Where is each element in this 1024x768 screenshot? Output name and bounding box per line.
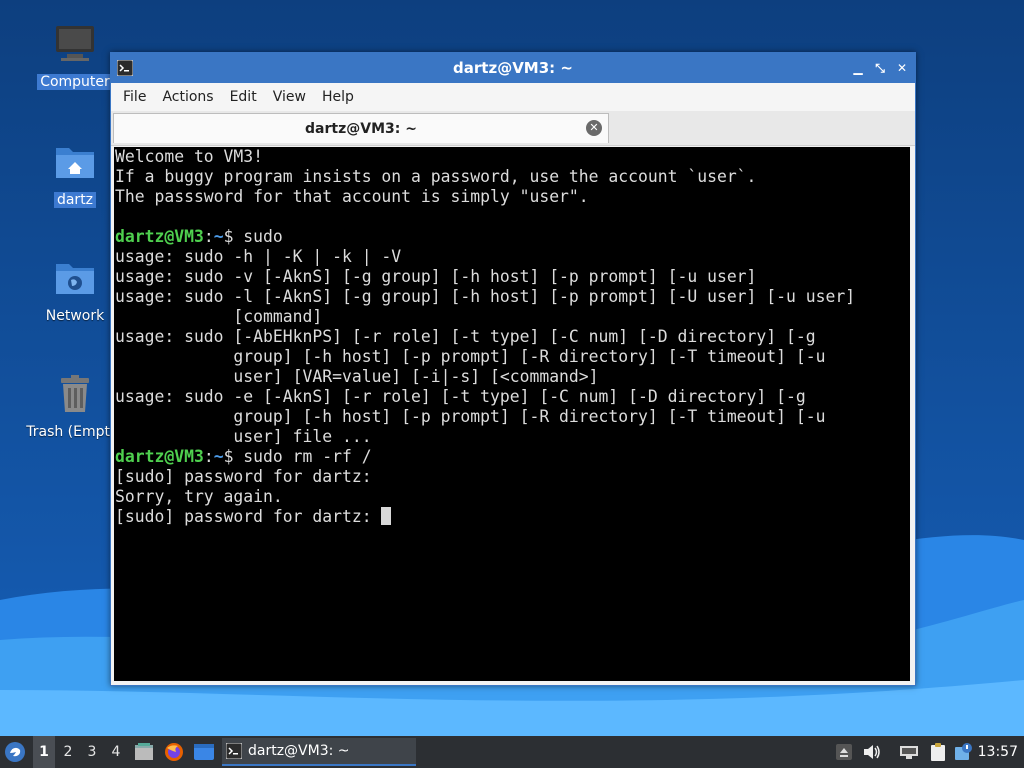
window-title: dartz@VM3: ~ bbox=[453, 59, 573, 77]
desktop-icon-label: Computer bbox=[37, 74, 113, 90]
terminal-line: The passsword for that account is simply… bbox=[115, 187, 910, 207]
clipboard-icon[interactable] bbox=[928, 742, 948, 762]
terminal-line: [command] bbox=[115, 307, 910, 327]
line-text: [sudo] password for dartz: bbox=[115, 467, 372, 486]
tab-close-icon[interactable]: ✕ bbox=[586, 120, 602, 136]
workspace-4[interactable]: 4 bbox=[105, 736, 127, 768]
maximize-button[interactable]: ⤡ bbox=[873, 61, 887, 75]
line-text: user] [VAR=value] [-i|-s] [<command>] bbox=[115, 367, 599, 386]
terminal-line: Welcome to VM3! bbox=[115, 147, 910, 167]
line-text: $ sudo rm -rf / bbox=[223, 447, 372, 466]
network-icon[interactable] bbox=[898, 743, 920, 761]
file-manager-icon[interactable] bbox=[134, 742, 154, 762]
computer-icon bbox=[56, 26, 94, 61]
terminal-task-icon bbox=[226, 743, 242, 759]
terminal-line: user] file ... bbox=[115, 427, 910, 447]
firefox-icon[interactable] bbox=[164, 742, 184, 762]
terminal-app-icon bbox=[117, 60, 133, 76]
clock: 13:57 bbox=[977, 744, 1018, 760]
terminal-line: If a buggy program insists on a password… bbox=[115, 167, 910, 187]
line-text: [sudo] password for dartz: bbox=[115, 507, 382, 526]
desktop-icon-network[interactable]: Network bbox=[30, 256, 120, 324]
prompt-separator: : bbox=[203, 227, 214, 246]
window-titlebar[interactable]: dartz@VM3: ~ ▁ ⤡ ✕ bbox=[111, 53, 915, 83]
start-menu-icon[interactable] bbox=[4, 741, 26, 763]
terminal-line: dartz@VM3:~$ sudo bbox=[115, 227, 910, 247]
text-cursor bbox=[381, 507, 392, 525]
tab-bar: dartz@VM3: ~ ✕ bbox=[111, 111, 915, 146]
tab-terminal[interactable]: dartz@VM3: ~ ✕ bbox=[113, 113, 609, 143]
show-desktop-icon[interactable] bbox=[193, 743, 215, 761]
prompt-path: ~ bbox=[213, 447, 224, 466]
terminal-line: group] [-h host] [-p prompt] [-R directo… bbox=[115, 407, 910, 427]
menu-file[interactable]: File bbox=[115, 89, 154, 105]
workspace-2[interactable]: 2 bbox=[57, 736, 79, 768]
line-text: user] file ... bbox=[115, 427, 372, 446]
task-label: dartz@VM3: ~ bbox=[248, 743, 350, 759]
volume-icon[interactable] bbox=[862, 743, 882, 761]
menu-view[interactable]: View bbox=[265, 89, 314, 105]
terminal-line: [sudo] password for dartz: bbox=[115, 507, 910, 527]
line-text: Welcome to VM3! bbox=[115, 147, 264, 166]
menu-actions[interactable]: Actions bbox=[154, 89, 221, 105]
line-text: group] [-h host] [-p prompt] [-R directo… bbox=[115, 347, 826, 366]
network-folder-icon bbox=[56, 264, 94, 294]
prompt-user: dartz@VM3 bbox=[115, 447, 204, 466]
close-button[interactable]: ✕ bbox=[895, 61, 909, 75]
line-text: $ sudo bbox=[223, 227, 283, 246]
workspace-1[interactable]: 1 bbox=[33, 736, 55, 768]
terminal-line: usage: sudo -e [-AknS] [-r role] [-t typ… bbox=[115, 387, 910, 407]
line-text: usage: sudo -e [-AknS] [-r role] [-t typ… bbox=[115, 387, 806, 406]
terminal-line: usage: sudo -h | -K | -k | -V bbox=[115, 247, 910, 267]
line-text: Sorry, try again. bbox=[115, 487, 283, 506]
desktop-icon-label: dartz bbox=[53, 192, 97, 208]
prompt-user: dartz@VM3 bbox=[115, 227, 204, 246]
prompt-path: ~ bbox=[213, 227, 224, 246]
terminal-line: Sorry, try again. bbox=[115, 487, 910, 507]
line-text: [command] bbox=[115, 307, 323, 326]
trash-icon bbox=[61, 375, 89, 412]
desktop-icon-home-folder[interactable]: dartz bbox=[30, 140, 120, 208]
menu-edit[interactable]: Edit bbox=[222, 89, 265, 105]
terminal-line: user] [VAR=value] [-i|-s] [<command>] bbox=[115, 367, 910, 387]
tab-label: dartz@VM3: ~ bbox=[305, 121, 417, 137]
terminal-line: [sudo] password for dartz: bbox=[115, 467, 910, 487]
menu-help[interactable]: Help bbox=[314, 89, 362, 105]
line-text: usage: sudo -l [-AknS] [-g group] [-h ho… bbox=[115, 287, 856, 306]
line-text: usage: sudo -v [-AknS] [-g group] [-h ho… bbox=[115, 267, 757, 286]
terminal-line: group] [-h host] [-p prompt] [-R directo… bbox=[115, 347, 910, 367]
line-text: usage: sudo -h | -K | -k | -V bbox=[115, 247, 402, 266]
terminal-line: usage: sudo -v [-AknS] [-g group] [-h ho… bbox=[115, 267, 910, 287]
prompt-separator: : bbox=[203, 447, 214, 466]
terminal-line: dartz@VM3:~$ sudo rm -rf / bbox=[115, 447, 910, 467]
terminal-line: usage: sudo -l [-AknS] [-g group] [-h ho… bbox=[115, 287, 910, 307]
line-text: usage: sudo [-AbEHknPS] [-r role] [-t ty… bbox=[115, 327, 816, 346]
menu-bar: File Actions Edit View Help bbox=[111, 83, 915, 111]
workspace-3[interactable]: 3 bbox=[81, 736, 103, 768]
update-notifier-icon[interactable] bbox=[954, 742, 974, 762]
taskbar-task-terminal[interactable]: dartz@VM3: ~ bbox=[222, 738, 416, 766]
terminal-window[interactable]: dartz@VM3: ~ ▁ ⤡ ✕ File Actions Edit Vie… bbox=[110, 52, 916, 686]
eject-icon[interactable] bbox=[835, 743, 853, 761]
desktop-icon-label: Network bbox=[45, 308, 105, 324]
line-text: The passsword for that account is simply… bbox=[115, 187, 589, 206]
taskbar: 1 2 3 4 dartz@VM3: ~ 13:57 bbox=[0, 736, 1024, 768]
minimize-button[interactable]: ▁ bbox=[851, 61, 865, 75]
line-text: group] [-h host] [-p prompt] [-R directo… bbox=[115, 407, 826, 426]
home-folder-icon bbox=[56, 148, 94, 178]
terminal-line: usage: sudo [-AbEHknPS] [-r role] [-t ty… bbox=[115, 327, 910, 347]
terminal-output[interactable]: Welcome to VM3! If a buggy program insist… bbox=[114, 147, 910, 681]
line-text: If a buggy program insists on a password… bbox=[115, 167, 757, 186]
desktop-icon-computer[interactable]: Computer bbox=[30, 22, 120, 90]
